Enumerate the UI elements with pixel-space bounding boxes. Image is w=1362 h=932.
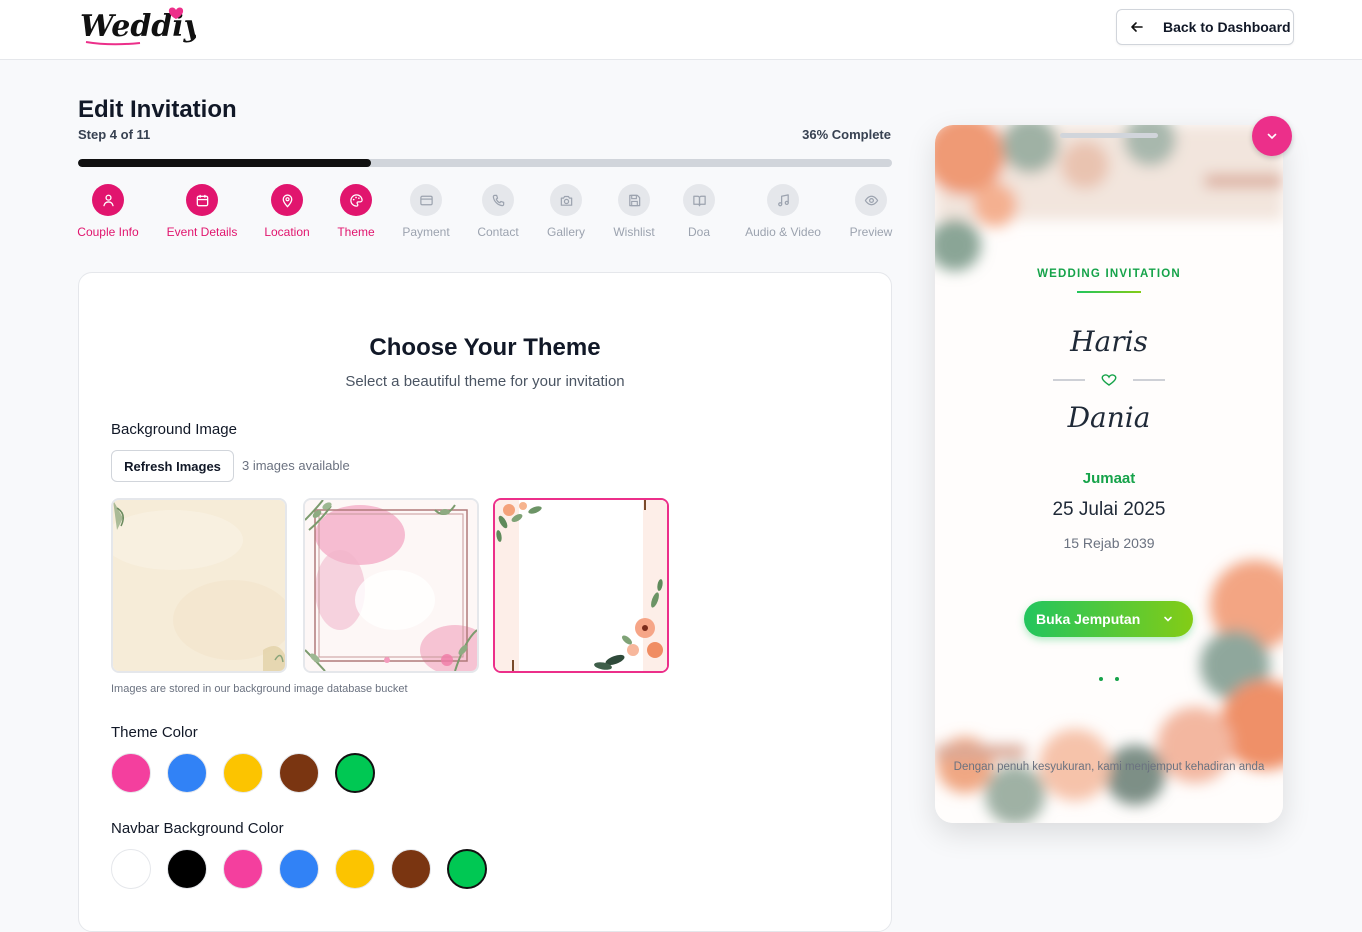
chevron-down-icon bbox=[1267, 133, 1277, 140]
page-title: Edit Invitation bbox=[78, 96, 237, 123]
step-couple-info[interactable]: Couple Info bbox=[58, 184, 158, 239]
navbar-color-swatches bbox=[111, 849, 487, 889]
background-image-label: Background Image bbox=[111, 421, 237, 438]
images-available-count: 3 images available bbox=[242, 458, 350, 473]
step-label: Contact bbox=[477, 225, 519, 239]
progress-bar-fill bbox=[78, 159, 372, 167]
background-option-floral-corners[interactable] bbox=[493, 498, 669, 673]
book-icon bbox=[692, 195, 706, 206]
theme-color-swatches bbox=[111, 753, 375, 793]
pink-watercolor-image bbox=[305, 500, 477, 671]
user-icon bbox=[102, 194, 114, 206]
navbar-color-swatch[interactable] bbox=[111, 849, 151, 889]
progress-bar bbox=[78, 159, 892, 167]
floral-corners-image bbox=[495, 500, 667, 671]
back-to-dashboard-label: Back to Dashboard bbox=[1163, 19, 1291, 35]
step-circle bbox=[340, 184, 372, 216]
step-circle bbox=[482, 184, 514, 216]
top-navbar: Weddiy Back to Dashboard bbox=[0, 0, 1362, 60]
preview-hijri-date: 15 Rejab 2039 bbox=[1063, 535, 1155, 551]
percent-complete: 36% Complete bbox=[802, 127, 891, 142]
preview-eyebrow: WEDDING INVITATION bbox=[1037, 268, 1181, 280]
preview-pager-dots bbox=[1099, 677, 1119, 681]
preview-day: Jumaat bbox=[1082, 470, 1136, 487]
map-pin-icon bbox=[282, 193, 292, 208]
navbar-color-swatch[interactable] bbox=[167, 849, 207, 889]
step-label: Preview bbox=[849, 225, 893, 239]
step-circle bbox=[186, 184, 218, 216]
background-option-cream[interactable] bbox=[111, 498, 287, 673]
theme-card-title: Choose Your Theme bbox=[369, 334, 601, 361]
step-circle bbox=[550, 184, 582, 216]
step-label: Payment bbox=[402, 225, 450, 239]
step-circle bbox=[410, 184, 442, 216]
theme-card: Choose Your Theme Select a beautiful the… bbox=[78, 272, 892, 932]
music-icon bbox=[777, 193, 789, 206]
cream-texture-image bbox=[113, 500, 285, 671]
step-label: Audio & Video bbox=[745, 225, 821, 239]
step-circle bbox=[767, 184, 799, 216]
step-label: Theme bbox=[337, 225, 375, 239]
step-label: Location bbox=[264, 225, 310, 239]
step-circle bbox=[271, 184, 303, 216]
theme-color-swatch[interactable] bbox=[223, 753, 263, 793]
eye-icon bbox=[864, 195, 878, 205]
navbar-color-label: Navbar Background Color bbox=[111, 820, 284, 837]
step-label: Couple Info bbox=[77, 225, 139, 239]
calendar-icon bbox=[196, 194, 208, 206]
preview-groom-name: Haris bbox=[1070, 325, 1148, 358]
step-circle bbox=[855, 184, 887, 216]
step-label: Doa bbox=[687, 225, 710, 239]
navbar-color-swatch[interactable] bbox=[223, 849, 263, 889]
palette-icon bbox=[349, 193, 363, 207]
arrow-left-icon bbox=[1131, 22, 1143, 32]
navbar-color-swatch[interactable] bbox=[391, 849, 431, 889]
preview-date: 25 Julai 2025 bbox=[1052, 499, 1166, 520]
open-invitation-label: Buka Jemputan bbox=[1036, 611, 1141, 627]
theme-color-swatch[interactable] bbox=[111, 753, 151, 793]
theme-color-swatch[interactable] bbox=[335, 753, 375, 793]
preview-welcome-message: Dengan penuh kesyukuran, kami menjemput … bbox=[953, 761, 1265, 773]
refresh-images-button[interactable]: Refresh Images bbox=[111, 450, 234, 482]
collapse-preview-button[interactable] bbox=[1252, 116, 1292, 156]
save-icon bbox=[628, 194, 640, 206]
background-option-pink-watercolor[interactable] bbox=[303, 498, 479, 673]
preview-eyebrow-underline bbox=[1077, 291, 1141, 293]
camera-icon bbox=[560, 195, 572, 206]
step-label: Gallery bbox=[546, 225, 585, 239]
invitation-preview: WEDDING INVITATION Haris Dania Jumaat 25… bbox=[935, 125, 1283, 823]
navbar-color-swatch[interactable] bbox=[447, 849, 487, 889]
preview-heart-divider bbox=[1053, 374, 1165, 386]
preview-bride-name: Dania bbox=[1067, 401, 1151, 434]
step-navigation: Couple Info Event Details Location Theme Pay… bbox=[77, 184, 892, 244]
credit-card-icon bbox=[419, 195, 433, 205]
step-circle bbox=[618, 184, 650, 216]
step-audio-video[interactable]: Audio & Video bbox=[733, 184, 833, 239]
theme-color-swatch[interactable] bbox=[279, 753, 319, 793]
open-invitation-button[interactable]: Buka Jemputan bbox=[1024, 601, 1193, 637]
step-circle bbox=[683, 184, 715, 216]
step-label: Event Details bbox=[166, 225, 238, 239]
back-to-dashboard-button[interactable]: Back to Dashboard bbox=[1116, 9, 1294, 45]
theme-color-swatch[interactable] bbox=[167, 753, 207, 793]
theme-color-label: Theme Color bbox=[111, 724, 198, 741]
step-circle bbox=[92, 184, 124, 216]
weddiy-logo-mark: Weddiy bbox=[80, 7, 196, 46]
weddiy-logo[interactable]: Weddiy bbox=[80, 6, 196, 50]
navbar-color-swatch[interactable] bbox=[335, 849, 375, 889]
step-preview[interactable]: Preview bbox=[821, 184, 921, 239]
theme-card-subtitle: Select a beautiful theme for your invita… bbox=[345, 373, 625, 390]
step-counter: Step 4 of 11 bbox=[78, 127, 151, 142]
storage-note: Images are stored in our background imag… bbox=[111, 683, 408, 695]
chevron-down-icon bbox=[1164, 616, 1173, 622]
navbar-color-swatch[interactable] bbox=[279, 849, 319, 889]
phone-icon bbox=[492, 194, 504, 206]
